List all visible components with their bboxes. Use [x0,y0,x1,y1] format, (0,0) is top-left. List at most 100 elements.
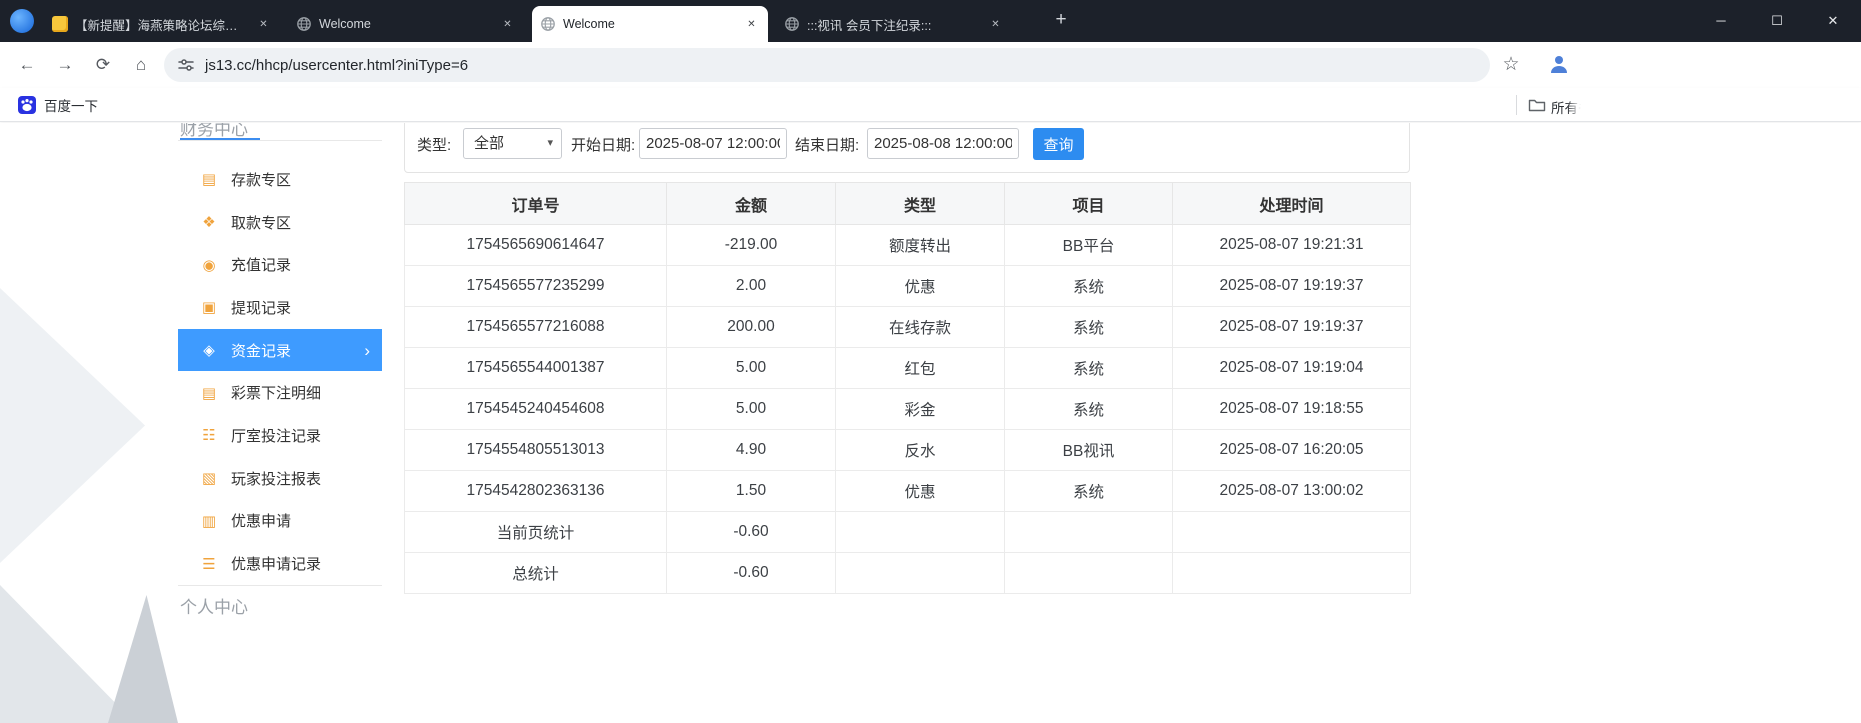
sidebar-divider-top [178,140,382,141]
table-cell: 反水 [835,429,1005,471]
table-cell: 2025-08-07 19:18:55 [1172,388,1411,430]
table-cell: 系统 [1004,265,1173,307]
sidebar-item-label: 取款专区 [231,214,292,232]
table-cell [835,511,1005,553]
sidebar-item-recharge-record[interactable]: ◉ 充值记录 [178,243,382,286]
table-cell: 系统 [1004,388,1173,430]
tab-strip: 【新提醒】海燕策略论坛综合交 ✕ Welcome ✕ Welcome ✕:::视讯 会员下… [0,0,1861,42]
type-select[interactable]: 全部 ▾ [463,128,562,159]
table-cell: 1754565690614647 [404,224,667,266]
bookmarks-bar: 百度一下 所有书签 [0,88,1861,122]
all-bookmarks-label[interactable]: 所有书签 [1551,97,1581,117]
tab-title: :::视讯 会员下注纪录::: [807,18,932,33]
bookmark-star-icon[interactable]: ☆ [1496,50,1526,80]
table-cell: 2025-08-07 19:19:04 [1172,347,1411,389]
sidebar-item-label: 优惠申请 [231,513,292,531]
table-cell: 优惠 [835,470,1005,512]
url-text[interactable]: js13.cc/hhcp/usercenter.html?iniType=6 [205,57,468,74]
tab-close-icon[interactable]: ✕ [255,16,272,33]
sidebar-item-label: 存款专区 [231,171,292,189]
sidebar-item-deposit[interactable]: ▤ 存款专区 [178,158,382,201]
sidebar-item-funds-record[interactable]: ◈ 资金记录 › [178,328,382,372]
profile-avatar-icon[interactable] [1544,49,1574,79]
table-row[interactable]: 1754545240454608 5.00 彩金 系统 2025-08-07 19:18… [404,388,1411,430]
sidebar-item-promo-apply[interactable]: ▥ 优惠申请 [178,500,382,543]
home-icon[interactable]: ⌂ [126,50,156,80]
tab-close-icon[interactable]: ✕ [743,16,760,33]
browser-logo-icon[interactable] [10,9,34,33]
start-date-input[interactable] [639,128,787,159]
table-cell: 优惠 [835,265,1005,307]
sidebar-item-label: 充值记录 [231,257,292,275]
table-row[interactable]: 1754565544001387 5.00 红包 系统 2025-08-07 19:19… [404,347,1411,389]
page-content: 财务中心 ▤ 存款专区 ❖ 取款专区 ◉ 充值记录 ▣ 提现记录 ◈ 资金记录 › ▤ 彩票下注明细 ☷ 厅… [0,123,1861,723]
sidebar-item-lottery-bet-detail[interactable]: ▤ 彩票下注明细 [178,371,382,414]
deposit-icon: ▤ [201,171,217,189]
table-cell: 1754554805513013 [404,429,667,471]
favicon-globe-icon [296,16,312,32]
minimize-button[interactable]: ─ [1693,0,1749,42]
favicon-globe-icon [540,16,556,32]
type-select-value: 全部 [474,135,505,152]
new-tab-button[interactable]: + [1048,8,1074,34]
browser-tab[interactable]: :::视讯 会员下注纪录::: ✕ [776,6,1012,42]
table-cell: 5.00 [666,388,836,430]
baidu-icon [18,96,36,114]
sidebar-item-label: 资金记录 [231,342,292,360]
promo-apply-record-icon: ☰ [202,555,216,573]
table-cell [1172,511,1411,553]
tune-icon[interactable] [177,56,195,74]
column-header: 项目 [1004,182,1173,225]
table-cell: 1754565577235299 [404,265,667,307]
browser-tab[interactable]: Welcome ✕ [288,6,524,42]
table-row[interactable]: 1754565577235299 2.00 优惠 系统 2025-08-07 19:19… [404,265,1411,307]
table-cell [1004,552,1173,594]
address-bar[interactable]: js13.cc/hhcp/usercenter.html?iniType=6 [164,48,1490,82]
close-button[interactable]: ✕ [1805,0,1861,42]
forward-icon[interactable]: → [50,50,80,80]
maximize-button[interactable]: ☐ [1749,0,1805,42]
table-cell: 5.00 [666,347,836,389]
withdrawal-icon: ❖ [202,214,216,232]
sidebar-item-label: 玩家投注报表 [231,470,322,488]
end-date-input[interactable] [867,128,1019,159]
bookmark-label: 百度一下 [44,99,98,114]
tab-close-icon[interactable]: ✕ [499,16,516,33]
sidebar-item-player-bet-report[interactable]: ▧ 玩家投注报表 [178,457,382,500]
sidebar-item-withdraw-record[interactable]: ▣ 提现记录 [178,286,382,329]
table-cell: 2025-08-07 19:19:37 [1172,265,1411,307]
table-row[interactable]: 当前页统计 -0.60 [404,511,1411,553]
sidebar-item-hall-bet-record[interactable]: ☷ 厅室投注记录 [178,414,382,457]
browser-tab[interactable]: Welcome ✕ [532,6,768,42]
table-cell: -0.60 [666,511,836,553]
column-header: 订单号 [404,182,667,225]
tab-title: Welcome [563,17,615,31]
table-cell: 额度转出 [835,224,1005,266]
table-cell [1004,511,1173,553]
table-cell: 红包 [835,347,1005,389]
background-triangle-large [0,288,145,563]
folder-icon[interactable] [1528,96,1546,114]
funds-record-table: 订单号 金额 类型 项目 处理时间 1754565690614647 -219.00 额度转… [404,182,1411,594]
table-row[interactable]: 1754565577216088 200.00 在线存款 系统 2025-08-07 1… [404,306,1411,348]
table-row[interactable]: 1754565690614647 -219.00 额度转出 BB平台 2025-08-0… [404,224,1411,266]
browser-tab[interactable]: 【新提醒】海燕策略论坛综合交 ✕ [44,6,280,42]
column-header: 金额 [666,182,836,225]
sidebar-item-promo-apply-record[interactable]: ☰ 优惠申请记录 [178,542,382,585]
sidebar-item-label: 彩票下注明细 [231,385,322,403]
back-icon[interactable]: ← [12,50,42,80]
table-row[interactable]: 总统计 -0.60 [404,552,1411,594]
bookmarks-divider [1516,95,1517,115]
search-button[interactable]: 查询 [1033,128,1084,160]
sidebar-item-withdrawal[interactable]: ❖ 取款专区 [178,201,382,244]
chevron-down-icon: ▾ [547,137,553,149]
table-row[interactable]: 1754554805513013 4.90 反水 BB视讯 2025-08-07 16:… [404,429,1411,471]
table-cell: 在线存款 [835,306,1005,348]
table-row[interactable]: 1754542802363136 1.50 优惠 系统 2025-08-07 13:00… [404,470,1411,512]
bookmark-item-baidu[interactable]: 百度一下 [10,92,106,118]
recharge-record-icon: ◉ [202,256,216,274]
refresh-icon[interactable]: ⟳ [88,50,118,80]
withdraw-record-icon: ▣ [201,299,217,317]
tab-close-icon[interactable]: ✕ [987,16,1004,33]
table-cell: 1754565577216088 [404,306,667,348]
